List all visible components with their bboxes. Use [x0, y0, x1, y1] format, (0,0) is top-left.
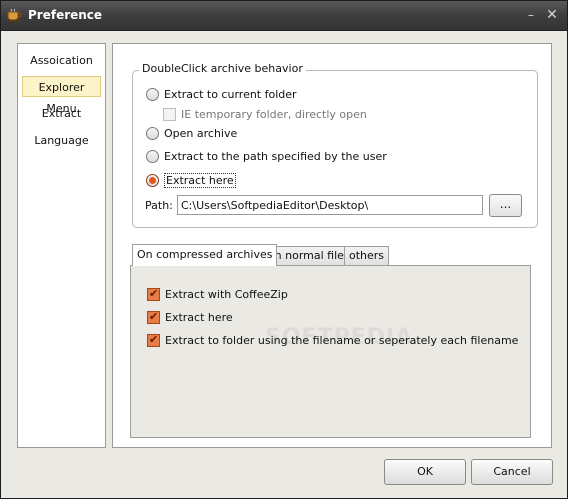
checkbox[interactable]: [163, 107, 176, 121]
checkbox-label: Extract with CoffeeZip: [165, 287, 288, 301]
radio-extract-to-user-path[interactable]: Extract to the path specified by the use…: [146, 148, 387, 164]
checkbox-ie-temporary-folder[interactable]: IE temporary folder, directly open: [163, 106, 367, 122]
tab-others[interactable]: others: [344, 246, 390, 266]
checkbox[interactable]: [147, 333, 160, 347]
cancel-button[interactable]: Cancel: [471, 459, 553, 485]
checkbox-label: Extract here: [165, 310, 233, 324]
window-title: Preference: [28, 8, 103, 22]
settings-panel: DoubleClick archive behavior Extract to …: [112, 43, 552, 448]
sidebar-item-explorer-menu[interactable]: Explorer Menu: [22, 76, 101, 115]
checkbox-extract-here[interactable]: Extract here: [147, 309, 233, 325]
radio-label: Extract to current folder: [164, 87, 297, 101]
radio-button[interactable]: [146, 173, 159, 187]
radio-button[interactable]: [146, 149, 159, 163]
category-sidebar: Assoication Explorer Menu Extract Langua…: [17, 43, 106, 448]
radio-extract-to-current-folder[interactable]: Extract to current folder: [146, 86, 297, 102]
radio-open-archive[interactable]: Open archive: [146, 125, 237, 141]
radio-label: Open archive: [164, 126, 238, 140]
ok-button[interactable]: OK: [384, 459, 466, 485]
radio-label: Extract here: [164, 172, 236, 188]
preference-window: Preference – ✕ Assoication Explorer Menu…: [0, 0, 568, 499]
checkbox-extract-with-coffeezip[interactable]: Extract with CoffeeZip: [147, 286, 288, 302]
sidebar-item-assoication[interactable]: Assoication: [22, 50, 101, 71]
radio-extract-here[interactable]: Extract here: [146, 172, 236, 188]
checkbox-extract-to-folder[interactable]: Extract to folder using the filename or …: [147, 332, 518, 348]
close-icon[interactable]: ✕: [545, 8, 559, 22]
checkbox[interactable]: [147, 310, 160, 324]
radio-button[interactable]: [146, 126, 159, 140]
radio-label: Extract to the path specified by the use…: [164, 149, 387, 163]
checkbox-label: IE temporary folder, directly open: [181, 107, 367, 121]
radio-button[interactable]: [146, 87, 159, 101]
minimize-icon[interactable]: –: [524, 8, 538, 22]
tab-on-compressed-archives[interactable]: On compressed archives: [132, 244, 278, 266]
doubleclick-legend: DoubleClick archive behavior: [139, 62, 306, 75]
checkbox-label: Extract to folder using the filename or …: [165, 333, 519, 347]
title-bar[interactable]: Preference – ✕: [1, 1, 567, 31]
checkbox[interactable]: [147, 287, 160, 301]
path-label: Path:: [145, 199, 173, 212]
coffee-cup-icon: [6, 8, 22, 22]
sidebar-item-extract[interactable]: Extract: [22, 103, 101, 124]
sidebar-item-language[interactable]: Language: [22, 130, 101, 151]
path-input[interactable]: [177, 195, 483, 215]
browse-button[interactable]: ...: [489, 194, 522, 217]
